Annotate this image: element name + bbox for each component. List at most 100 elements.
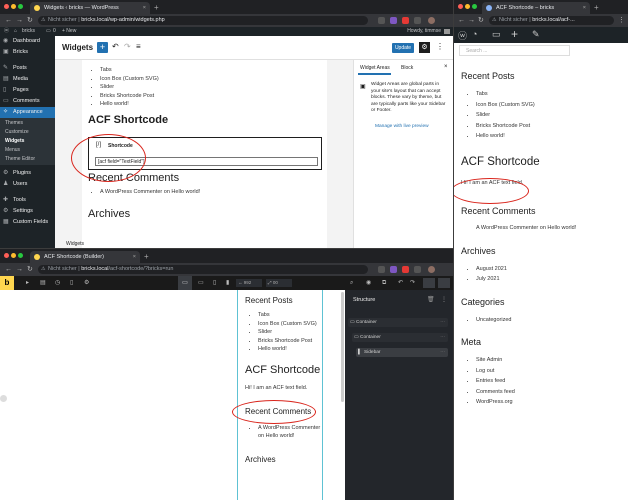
panel-toggle-icon[interactable] xyxy=(0,395,7,402)
extension-icon[interactable] xyxy=(402,266,409,273)
acf-heading[interactable]: ACF Shortcode xyxy=(88,114,321,126)
list-item[interactable]: Site Admin xyxy=(476,355,621,366)
list-item[interactable]: Slider xyxy=(476,110,621,121)
comment-item[interactable]: A WordPress Commenter on Hello world! xyxy=(461,225,621,231)
back-icon[interactable]: ← xyxy=(458,15,465,26)
sidebar-element[interactable]: Recent Posts TabsIcon Box (Custom SVG)Sl… xyxy=(237,290,323,500)
new-tab-button[interactable]: + xyxy=(154,2,159,13)
page-icon[interactable]: ▯ xyxy=(70,278,73,288)
profile-avatar[interactable] xyxy=(428,266,435,273)
link-icon[interactable]: ⧉ xyxy=(382,278,386,288)
new-tab-button[interactable]: + xyxy=(144,251,149,262)
sidebar-item-comments[interactable]: ▭ Comments xyxy=(0,96,55,107)
comments-icon[interactable]: ▭ xyxy=(46,27,51,36)
close-tab-icon[interactable]: × xyxy=(583,2,586,14)
sidebar-item-dashboard[interactable]: ◉ Dashboard xyxy=(0,36,55,47)
window-controls[interactable] xyxy=(458,4,479,11)
more-options-icon[interactable]: ··· xyxy=(440,318,445,327)
list-item[interactable]: Slider xyxy=(258,328,322,337)
close-tab-icon[interactable]: × xyxy=(143,2,146,14)
browser-tab[interactable]: Widgets ‹ bricks — WordPress × xyxy=(30,2,150,14)
update-button[interactable]: Update xyxy=(392,43,414,53)
manage-live-preview-link[interactable]: Manage with live preview xyxy=(375,124,429,129)
more-options-icon[interactable]: ··· xyxy=(440,333,445,342)
structure-item-container[interactable]: ▭ Container ··· xyxy=(348,318,448,327)
list-item[interactable]: Icon Box (Custom SVG) xyxy=(476,100,621,111)
extension-icon[interactable] xyxy=(402,17,409,24)
structure-item-sidebar[interactable]: ▌ Sidebar ··· xyxy=(356,348,448,357)
extension-icon[interactable] xyxy=(378,266,385,273)
list-view-icon[interactable]: ≡ xyxy=(136,42,141,51)
preview-icon[interactable]: ◉ xyxy=(366,278,371,288)
search-icon[interactable]: ⌕ xyxy=(350,278,353,288)
forward-icon[interactable]: → xyxy=(468,15,475,26)
comment-item[interactable]: A WordPress Commenter on Hello world! xyxy=(258,424,322,441)
list-item[interactable]: WordPress.org xyxy=(476,397,621,408)
comments-list[interactable]: A WordPress Commenter on Hello world! xyxy=(245,424,322,441)
tab-block[interactable]: Block xyxy=(401,65,413,71)
more-options-icon[interactable]: ⋮ xyxy=(441,296,447,303)
address-bar[interactable]: ⚠ Nicht sicher | bricks.local/acf-shortc… xyxy=(38,265,368,274)
forward-icon[interactable]: → xyxy=(16,264,23,275)
more-options-icon[interactable]: ··· xyxy=(440,348,445,357)
avatar[interactable] xyxy=(444,29,450,34)
canvas-scrollbar[interactable] xyxy=(341,292,344,402)
list-item[interactable]: Bricks Shortcode Post xyxy=(258,337,322,346)
list-item[interactable]: Icon Box (Custom SVG) xyxy=(100,75,321,84)
dashboard-icon[interactable]: ◔ xyxy=(472,29,477,39)
settings-gear-icon[interactable]: ⚙ xyxy=(84,278,89,288)
bricks-logo-icon[interactable]: b xyxy=(0,276,14,290)
forward-icon[interactable]: → xyxy=(16,15,23,26)
close-tab-icon[interactable]: × xyxy=(133,251,136,263)
sidebar-item-settings[interactable]: ⚙ Settings xyxy=(0,206,55,217)
back-icon[interactable]: ← xyxy=(5,264,12,275)
list-item[interactable]: Slider xyxy=(100,83,321,92)
more-options-icon[interactable]: ⋮ xyxy=(436,42,444,51)
recent-posts-heading[interactable]: Recent Posts xyxy=(245,296,322,305)
comment-item[interactable]: A WordPress Commenter on Hello world! xyxy=(100,188,321,197)
extension-icon[interactable] xyxy=(414,266,421,273)
settings-gear-icon[interactable]: ⚙ xyxy=(419,42,430,53)
sidebar-item-tools[interactable]: ✚ Tools xyxy=(0,195,55,206)
browser-tab[interactable]: ACF Shortcode – bricks × xyxy=(482,2,590,14)
layers-icon[interactable]: ▤ xyxy=(40,278,46,288)
submenu-item-customize[interactable]: Customize xyxy=(0,128,55,137)
howdy-account[interactable]: Howdy, timmse xyxy=(407,27,441,36)
sidebar-item-media[interactable]: ▤ Media xyxy=(0,74,55,85)
submenu-item-theme-editor[interactable]: Theme Editor xyxy=(0,155,55,164)
redo-icon[interactable]: ↷ xyxy=(124,42,131,51)
sidebar-item-posts[interactable]: ✎ Posts xyxy=(0,63,55,74)
recent-posts-list[interactable]: TabsIcon Box (Custom SVG)SliderBricks Sh… xyxy=(245,311,322,354)
sidebar-item-plugins[interactable]: ⚙ Plugins xyxy=(0,168,55,179)
acf-text[interactable]: Hi! I am an ACF text field. xyxy=(245,385,322,391)
play-icon[interactable]: ▸ xyxy=(26,278,29,288)
reload-icon[interactable]: ↻ xyxy=(27,15,33,26)
list-item[interactable]: Hello world! xyxy=(100,100,321,109)
sidebar-item-bricks[interactable]: ▣ Bricks xyxy=(0,47,55,58)
search-input[interactable]: Search ... xyxy=(459,45,570,56)
archives-heading[interactable]: Archives xyxy=(245,455,322,464)
menu-icon[interactable]: ⋮ xyxy=(618,15,625,26)
reload-icon[interactable]: ↻ xyxy=(27,264,33,275)
browser-tab[interactable]: ACF Shortcode (Builder) × xyxy=(30,251,140,263)
width-input[interactable]: ↔ 992 xyxy=(236,279,262,287)
list-item[interactable]: Comments feed xyxy=(476,387,621,398)
exit-button[interactable] xyxy=(438,278,450,288)
undo-icon[interactable]: ↶ xyxy=(398,278,403,288)
save-button[interactable] xyxy=(423,278,435,288)
tablet-portrait-icon[interactable]: ▯ xyxy=(213,278,216,288)
delete-icon[interactable]: 🗑 xyxy=(427,296,435,303)
new-content-link[interactable]: + New xyxy=(62,27,76,36)
close-inspector-icon[interactable]: × xyxy=(444,64,448,70)
list-item[interactable]: Bricks Shortcode Post xyxy=(476,121,621,132)
submenu-item-widgets[interactable]: Widgets xyxy=(0,137,55,146)
window-controls[interactable] xyxy=(4,4,25,11)
list-item[interactable]: Tabs xyxy=(100,66,321,75)
extension-icon[interactable] xyxy=(378,17,385,24)
sidebar-item-custom-fields[interactable]: ▦ Custom Fields xyxy=(0,217,55,228)
tablet-landscape-icon[interactable]: ▭ xyxy=(198,278,204,288)
reload-icon[interactable]: ↻ xyxy=(478,15,484,26)
undo-icon[interactable]: ↶ xyxy=(112,42,119,51)
address-bar[interactable]: ⚠ Nicht sicher | bricks.local/wp-admin/w… xyxy=(38,16,368,25)
sidebar-item-appearance[interactable]: ✧ Appearance xyxy=(0,107,55,118)
